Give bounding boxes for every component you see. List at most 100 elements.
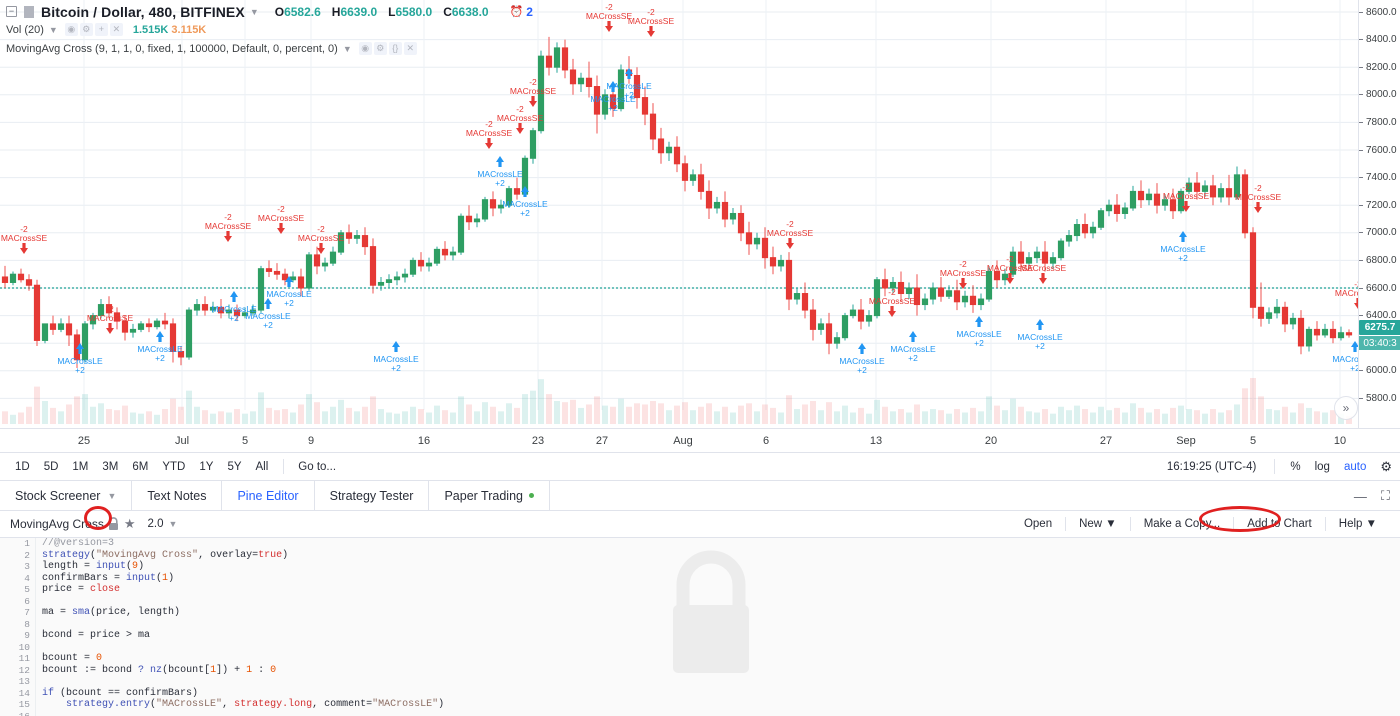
code-line[interactable]: 7 ma = sma(price, length) xyxy=(0,607,1400,619)
chevron-down-icon[interactable]: ▼ xyxy=(49,25,58,35)
volume-indicator-name[interactable]: Vol (20) xyxy=(6,24,44,36)
short-entry-marker[interactable]: MACrossSE-2 xyxy=(1335,279,1358,309)
range-button-5y[interactable]: 5Y xyxy=(220,453,248,481)
chevron-down-icon[interactable]: ▼ xyxy=(343,44,352,54)
short-entry-marker[interactable]: MACrossSE-2 xyxy=(940,259,987,289)
go-to-button[interactable]: Go to... xyxy=(292,461,342,473)
long-entry-marker[interactable]: MACrossLE+2 xyxy=(137,331,183,363)
script-name[interactable]: MovingAvg Cross xyxy=(10,517,104,531)
code-line[interactable]: 14 if (bcount == confirmBars) xyxy=(0,688,1400,700)
strategy-indicator-name[interactable]: MovingAvg Cross (9, 1, 1, 0, fixed, 1, 1… xyxy=(6,43,338,55)
price-chart[interactable]: MACrossSE -2 MACrossLE +2 MACrossSE -2 MACross… xyxy=(0,0,1358,428)
chevron-down-icon[interactable]: ▼ xyxy=(168,519,177,529)
short-entry-marker[interactable]: MACrossSE-2 xyxy=(466,119,513,149)
code-line[interactable]: 2 strategy("MovingAvg Cross", overlay=tru… xyxy=(0,550,1400,562)
strategy-indicator-buttons[interactable]: ◉ ⚙ {} ✕ xyxy=(358,42,417,55)
range-button-1y[interactable]: 1Y xyxy=(192,453,220,481)
alert-count[interactable]: 2 xyxy=(526,5,533,19)
code-line[interactable]: 13 xyxy=(0,676,1400,688)
short-entry-marker[interactable]: MACrossSE-2 xyxy=(1,224,48,254)
auto-scale-button[interactable]: auto xyxy=(1337,461,1373,473)
volume-indicator-buttons[interactable]: ◉ ⚙ + ✕ xyxy=(64,23,123,36)
range-button-3m[interactable]: 3M xyxy=(95,453,125,481)
code-line[interactable]: 6 xyxy=(0,596,1400,608)
chevron-down-icon[interactable]: ▼ xyxy=(250,7,259,17)
pine-code-editor[interactable]: 1 //@version=3 2 strategy("MovingAvg Cross"… xyxy=(0,538,1400,716)
code-line[interactable]: 1 //@version=3 xyxy=(0,538,1400,550)
price-scale[interactable]: 8600.0 8400.0 8200.0 8000.0 7800.0 7600.0 7400… xyxy=(1358,0,1400,428)
script-version[interactable]: 2.0 xyxy=(147,518,163,530)
code-line[interactable]: 15 strategy.entry("MACrossLE", strategy.… xyxy=(0,699,1400,711)
source-code-icon[interactable]: {} xyxy=(388,42,402,55)
range-button-1d[interactable]: 1D xyxy=(8,453,37,481)
short-entry-marker[interactable]: MACrossSE-2 xyxy=(1235,183,1282,213)
close-icon[interactable]: ✕ xyxy=(403,42,417,55)
long-entry-marker[interactable]: MACrossLE+2 xyxy=(373,341,419,373)
percent-scale-button[interactable]: % xyxy=(1283,461,1307,473)
code-line[interactable]: 12 bcount := bcond ? nz(bcount[1]) + 1 : … xyxy=(0,665,1400,677)
range-button-6m[interactable]: 6M xyxy=(125,453,155,481)
range-button-5d[interactable]: 5D xyxy=(37,453,66,481)
editor-action-add-to-chart[interactable]: Add to Chart xyxy=(1234,518,1325,530)
code-line[interactable]: 9 bcond = price > ma xyxy=(0,630,1400,642)
code-line[interactable]: 8 xyxy=(0,619,1400,631)
svg-text:-2: -2 xyxy=(529,77,537,87)
settings-icon[interactable]: ⚙ xyxy=(79,23,93,36)
star-icon[interactable]: ★ xyxy=(124,516,136,532)
tab-stock-screener[interactable]: Stock Screener ▼ xyxy=(0,481,133,510)
code-line[interactable]: 5 price = close xyxy=(0,584,1400,596)
editor-action-help[interactable]: Help ▼ xyxy=(1326,518,1390,530)
eye-icon[interactable]: ◉ xyxy=(64,23,78,36)
short-entry-marker[interactable]: MACrossSE-2 xyxy=(510,77,557,107)
editor-action-open[interactable]: Open xyxy=(1011,518,1065,530)
close-icon[interactable]: ✕ xyxy=(109,23,123,36)
strategy-legend-row[interactable]: MovingAvg Cross (9, 1, 1, 0, fixed, 1, 1… xyxy=(6,40,533,57)
log-scale-button[interactable]: log xyxy=(1308,461,1337,473)
long-entry-marker[interactable]: MACrossLE+2 xyxy=(57,343,103,375)
long-entry-marker[interactable]: MACrossLE+2 xyxy=(477,156,523,188)
code-line[interactable]: 4 confirmBars = input(1) xyxy=(0,573,1400,585)
lock-icon[interactable] xyxy=(107,517,120,531)
symbol-legend-row[interactable]: − Bitcoin / Dollar, 480, BITFINEX ▼ O658… xyxy=(6,3,533,20)
chevron-down-icon[interactable]: ▼ xyxy=(107,491,116,501)
symbol-title[interactable]: Bitcoin / Dollar, 480, BITFINEX xyxy=(41,4,245,20)
add-icon[interactable]: + xyxy=(94,23,108,36)
settings-icon[interactable]: ⚙ xyxy=(373,42,387,55)
collapse-icon[interactable]: − xyxy=(6,6,17,17)
long-entry-marker[interactable]: MACrossLE+2 xyxy=(1332,341,1358,373)
long-entry-marker[interactable]: MACrossLE+2 xyxy=(1160,231,1206,263)
bottom-panel-tabs[interactable]: Stock Screener ▼ Text Notes Pine Editor Stra… xyxy=(0,481,1400,511)
gear-icon[interactable]: ⚙ xyxy=(1373,459,1392,475)
short-entry-marker[interactable]: MACrossSE-2 xyxy=(258,204,305,234)
editor-action-make-a-copy[interactable]: Make a Copy... xyxy=(1131,518,1234,530)
code-line[interactable]: 10 xyxy=(0,642,1400,654)
volume-legend-row[interactable]: Vol (20) ▼ ◉ ⚙ + ✕ 1.515K 3.115K xyxy=(6,21,533,38)
long-entry-marker[interactable]: MACrossLE+2 xyxy=(1017,319,1063,351)
range-button-1m[interactable]: 1M xyxy=(65,453,95,481)
range-button-ytd[interactable]: YTD xyxy=(155,453,192,481)
code-line[interactable]: 11 bcount = 0 xyxy=(0,653,1400,665)
tab-paper-trading[interactable]: Paper Trading xyxy=(429,481,550,510)
tab-strategy-tester[interactable]: Strategy Tester xyxy=(315,481,430,510)
long-entry-marker[interactable]: MACrossLE+2 xyxy=(839,343,885,375)
short-entry-marker[interactable]: MACrossSE-2 xyxy=(298,224,345,254)
tab-pine-editor[interactable]: Pine Editor xyxy=(222,481,315,510)
range-button-all[interactable]: All xyxy=(249,453,276,481)
short-entry-marker[interactable]: MACrossSE-2 xyxy=(767,219,814,249)
alarm-clock-icon[interactable]: ⏰ xyxy=(510,5,524,18)
minimize-icon[interactable]: — xyxy=(1354,489,1367,504)
short-entry-marker[interactable]: MACrossSE-2 xyxy=(205,212,252,242)
toolbar-right-group: 16:19:25 (UTC-4) % log auto ⚙ xyxy=(1167,459,1400,475)
editor-action-new[interactable]: New ▼ xyxy=(1066,518,1130,530)
tab-text-notes[interactable]: Text Notes xyxy=(132,481,223,510)
scroll-to-realtime-button[interactable]: » xyxy=(1334,396,1358,420)
lock-glyph xyxy=(108,517,118,530)
code-line[interactable]: 16 xyxy=(0,711,1400,716)
long-entry-marker[interactable]: MACrossLE+2 xyxy=(890,331,936,363)
code-line[interactable]: 3 length = input(9) xyxy=(0,561,1400,573)
maximize-icon[interactable]: ⛶ xyxy=(1381,488,1390,504)
short-entry-marker[interactable]: MACrossSE-2 xyxy=(586,2,633,32)
long-entry-marker[interactable]: MACrossLE+2 xyxy=(266,276,312,308)
eye-icon[interactable]: ◉ xyxy=(358,42,372,55)
time-scale[interactable]: 25 Jul 5 9 16 23 27 Aug 6 13 20 27 Sep 5 10 xyxy=(0,428,1400,453)
